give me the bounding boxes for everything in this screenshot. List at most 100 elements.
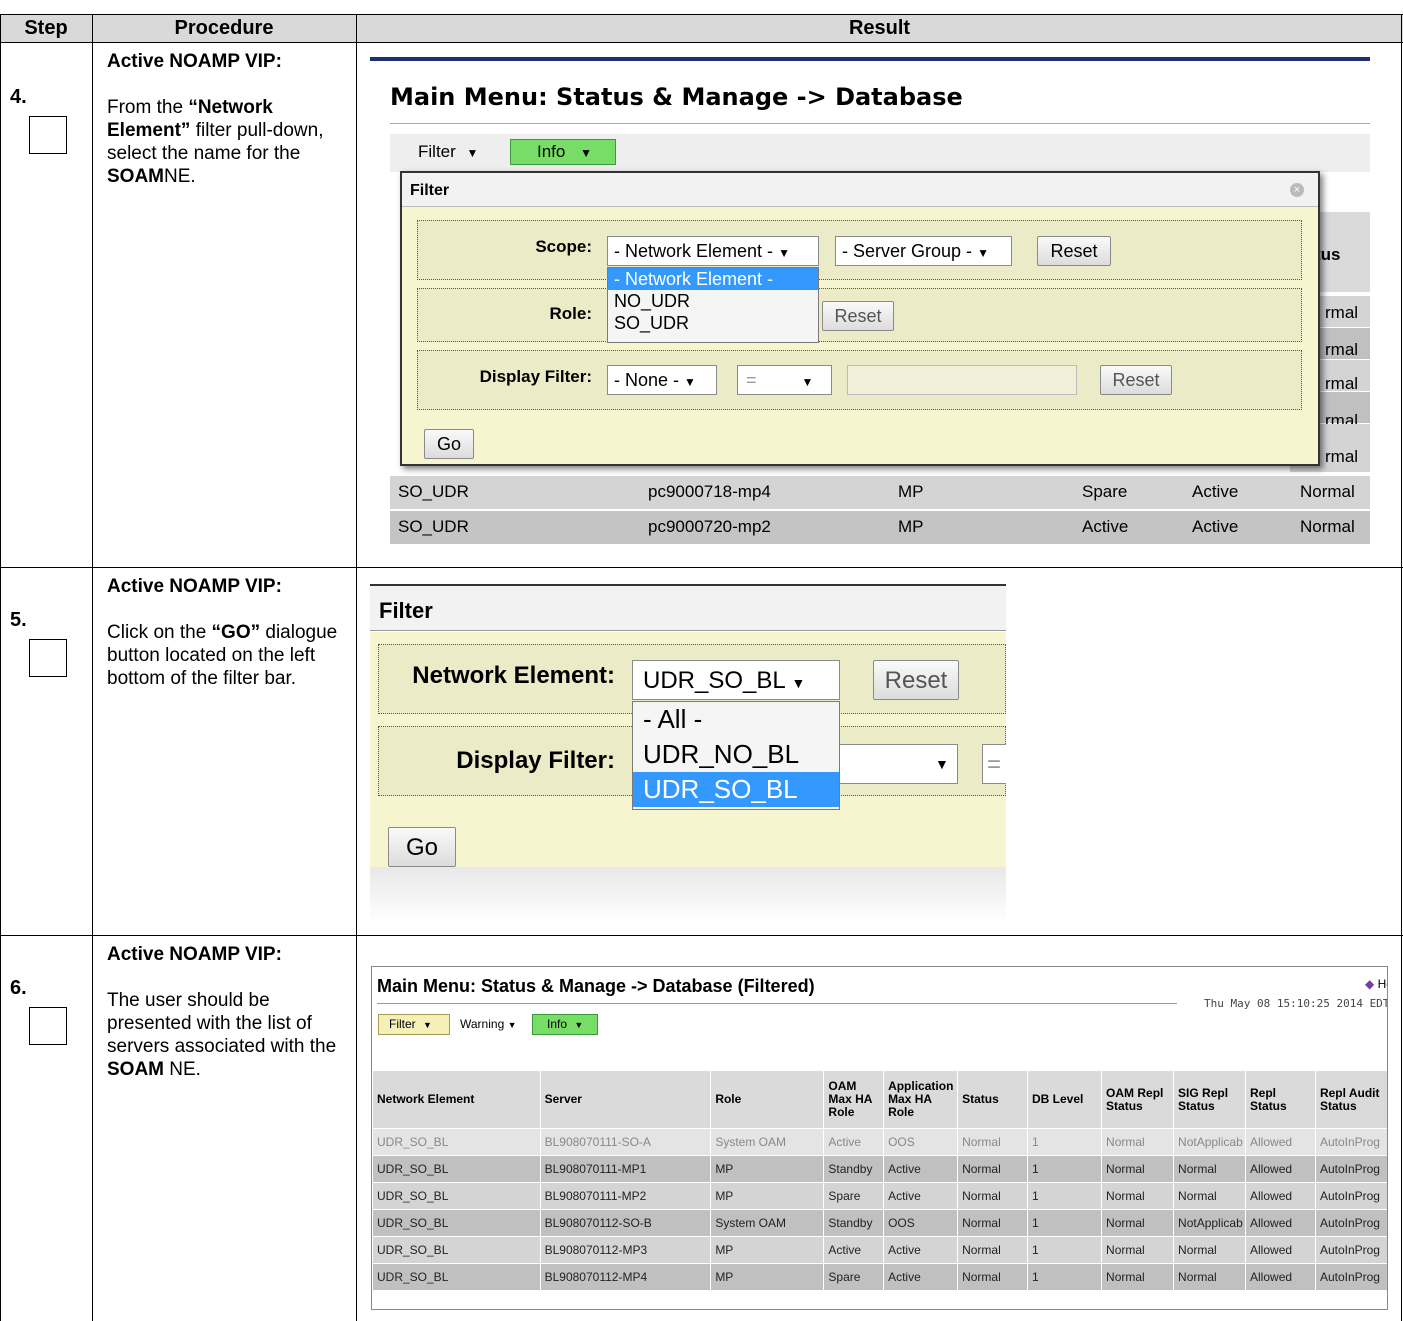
table-cell: Normal: [1173, 1155, 1247, 1183]
table-row: SO_UDR pc9000720-mp2 MP Active Active No…: [390, 511, 1370, 544]
header-bottom-border: [0, 42, 1403, 43]
dropdown-option[interactable]: UDR_SO_BL: [633, 772, 839, 807]
table-cell: Spare: [823, 1263, 885, 1291]
table-cell: Normal: [1101, 1236, 1175, 1264]
header-procedure: Procedure: [174, 17, 274, 39]
table-cell: Normal: [1101, 1182, 1175, 1210]
column-header[interactable]: OAM Max HA Role: [823, 1070, 885, 1129]
table-cell: Allowed: [1245, 1182, 1316, 1210]
help-link[interactable]: ◆ Help: [1365, 977, 1387, 991]
scope-label: Scope:: [535, 237, 592, 256]
column-header[interactable]: Network Element: [372, 1070, 541, 1129]
network-element-select[interactable]: UDR_SO_BL ▼: [632, 660, 840, 700]
column-header[interactable]: Status: [957, 1070, 1029, 1129]
table-cell: MP: [710, 1155, 825, 1183]
column-header[interactable]: SIG Repl Status: [1173, 1070, 1247, 1129]
table-row[interactable]: UDR_SO_BL BL908070111-SO-A System OAM Activ…: [372, 1128, 1387, 1156]
table-cell: Normal: [957, 1182, 1029, 1210]
info-menu[interactable]: Info ▼: [532, 1014, 598, 1035]
table-row[interactable]: UDR_SO_BL BL908070111-MP2 MP Spare Active Nor…: [372, 1182, 1387, 1210]
column-header[interactable]: Repl Audit Status: [1314, 1070, 1387, 1129]
server-group-select[interactable]: - Server Group - ▼: [835, 236, 1012, 266]
column-header[interactable]: Server: [539, 1070, 712, 1129]
network-element-dropdown: - All - UDR_NO_BL UDR_SO_BL: [632, 701, 840, 810]
table-cell: System OAM: [710, 1128, 825, 1156]
table-cell: 1: [1027, 1182, 1103, 1210]
table-cell: Allowed: [1245, 1128, 1316, 1156]
value-select[interactable]: =: [982, 744, 1006, 784]
table-cell: AutoInProg: [1314, 1182, 1387, 1210]
procedure-text: Active NOAMP VIP: The user should be pre…: [107, 943, 347, 1081]
table-cell: Spare: [823, 1182, 885, 1210]
step-checkbox[interactable]: [29, 1007, 67, 1045]
table-cell: BL908070111-MP2: [539, 1182, 712, 1210]
chevron-down-icon: ▼: [574, 1020, 584, 1030]
screenshot-database-filtered: Main Menu: Status & Manage -> Database (…: [371, 966, 1388, 1310]
dialog-header: [370, 586, 1006, 631]
table-cell: Standby: [823, 1155, 885, 1183]
table-cell: BL908070112-MP4: [539, 1263, 712, 1291]
table-cell: BL908070111-SO-A: [539, 1128, 712, 1156]
table-row[interactable]: UDR_SO_BL BL908070111-MP1 MP Standby Active N…: [372, 1155, 1387, 1183]
column-header[interactable]: OAM Repl Status: [1101, 1070, 1175, 1129]
dropdown-option[interactable]: NO_UDR: [608, 290, 818, 312]
table-cell: Active: [823, 1236, 885, 1264]
none-select[interactable]: - None - ▼: [607, 365, 717, 395]
column-header[interactable]: Role: [710, 1070, 825, 1129]
dropdown-option[interactable]: - All -: [633, 702, 839, 737]
table-cell: AutoInProg: [1314, 1128, 1387, 1156]
filter-menu[interactable]: Filter ▼: [418, 142, 478, 162]
go-button[interactable]: Go: [424, 429, 474, 459]
reset-button[interactable]: Reset: [1100, 365, 1172, 395]
table-cell: UDR_SO_BL: [372, 1128, 541, 1156]
table-cell: Normal: [957, 1236, 1029, 1264]
filter-dialog: Filter × Scope: - Network Element - ▼ - …: [400, 171, 1320, 466]
dialog-title: Filter: [410, 182, 450, 199]
column-header[interactable]: Application Max HA Role: [883, 1070, 959, 1129]
network-element-select[interactable]: - Network Element - ▼: [607, 236, 819, 266]
chevron-down-icon: ▼: [684, 375, 696, 389]
table-cell: Normal: [1101, 1263, 1175, 1291]
table-cell: Normal: [1173, 1236, 1247, 1264]
column-header[interactable]: Repl Status: [1245, 1070, 1316, 1129]
warning-menu[interactable]: Warning ▼: [460, 1017, 517, 1031]
reset-button[interactable]: Reset: [1037, 236, 1111, 266]
filter-menu[interactable]: Filter ▼: [378, 1014, 450, 1035]
dialog-title: Filter: [379, 598, 433, 623]
filter-value-input[interactable]: [847, 365, 1077, 395]
operator-select[interactable]: = ▼: [737, 365, 832, 395]
info-menu[interactable]: Info ▼: [510, 139, 616, 165]
table-row[interactable]: UDR_SO_BL BL908070112-MP3 MP Active Active No…: [372, 1236, 1387, 1264]
dialog-shadow: [370, 867, 1006, 922]
normal-fragment: rmal: [1325, 447, 1359, 466]
step-checkbox[interactable]: [29, 116, 67, 154]
dropdown-option[interactable]: - Network Element -: [608, 268, 818, 290]
help-icon: ◆: [1365, 977, 1375, 991]
screenshot-filter-dialog: Filter Network Element: UDR_SO_BL ▼ Rese…: [370, 584, 1006, 932]
header-step: Step: [24, 17, 68, 39]
row-divider: [0, 935, 1403, 936]
table-row[interactable]: UDR_SO_BL BL908070112-MP4 MP Spare Active Nor…: [372, 1263, 1387, 1291]
page-title: Main Menu: Status & Manage -> Database: [390, 83, 963, 111]
table-cell: Standby: [823, 1209, 885, 1237]
table-cell: UDR_SO_BL: [372, 1236, 541, 1264]
procedure-desc: The user should be presented with the li…: [107, 990, 337, 1080]
chevron-down-icon: ▼: [507, 1020, 517, 1030]
step-checkbox[interactable]: [29, 639, 67, 677]
procedure-role: Active NOAMP VIP:: [107, 944, 282, 965]
normal-fragment: rmal: [1325, 374, 1359, 393]
dropdown-option[interactable]: UDR_NO_BL: [633, 737, 839, 772]
column-header[interactable]: DB Level: [1027, 1070, 1103, 1129]
chevron-down-icon: ▼: [580, 146, 592, 160]
table-right-border: [1401, 14, 1402, 1321]
reset-button[interactable]: Reset: [822, 301, 894, 331]
dropdown-option[interactable]: SO_UDR: [608, 312, 818, 334]
reset-button[interactable]: Reset: [873, 660, 959, 700]
table-row[interactable]: UDR_SO_BL BL908070112-SO-B System OAM Stand…: [372, 1209, 1387, 1237]
table-header-row: Network Element Server Role OAM Max HA R…: [372, 1070, 1387, 1129]
go-button[interactable]: Go: [388, 827, 456, 867]
table-cell: Active: [883, 1263, 959, 1291]
table-cell: Allowed: [1245, 1263, 1316, 1291]
title-underline: [390, 123, 1370, 124]
close-icon[interactable]: ×: [1290, 183, 1304, 197]
